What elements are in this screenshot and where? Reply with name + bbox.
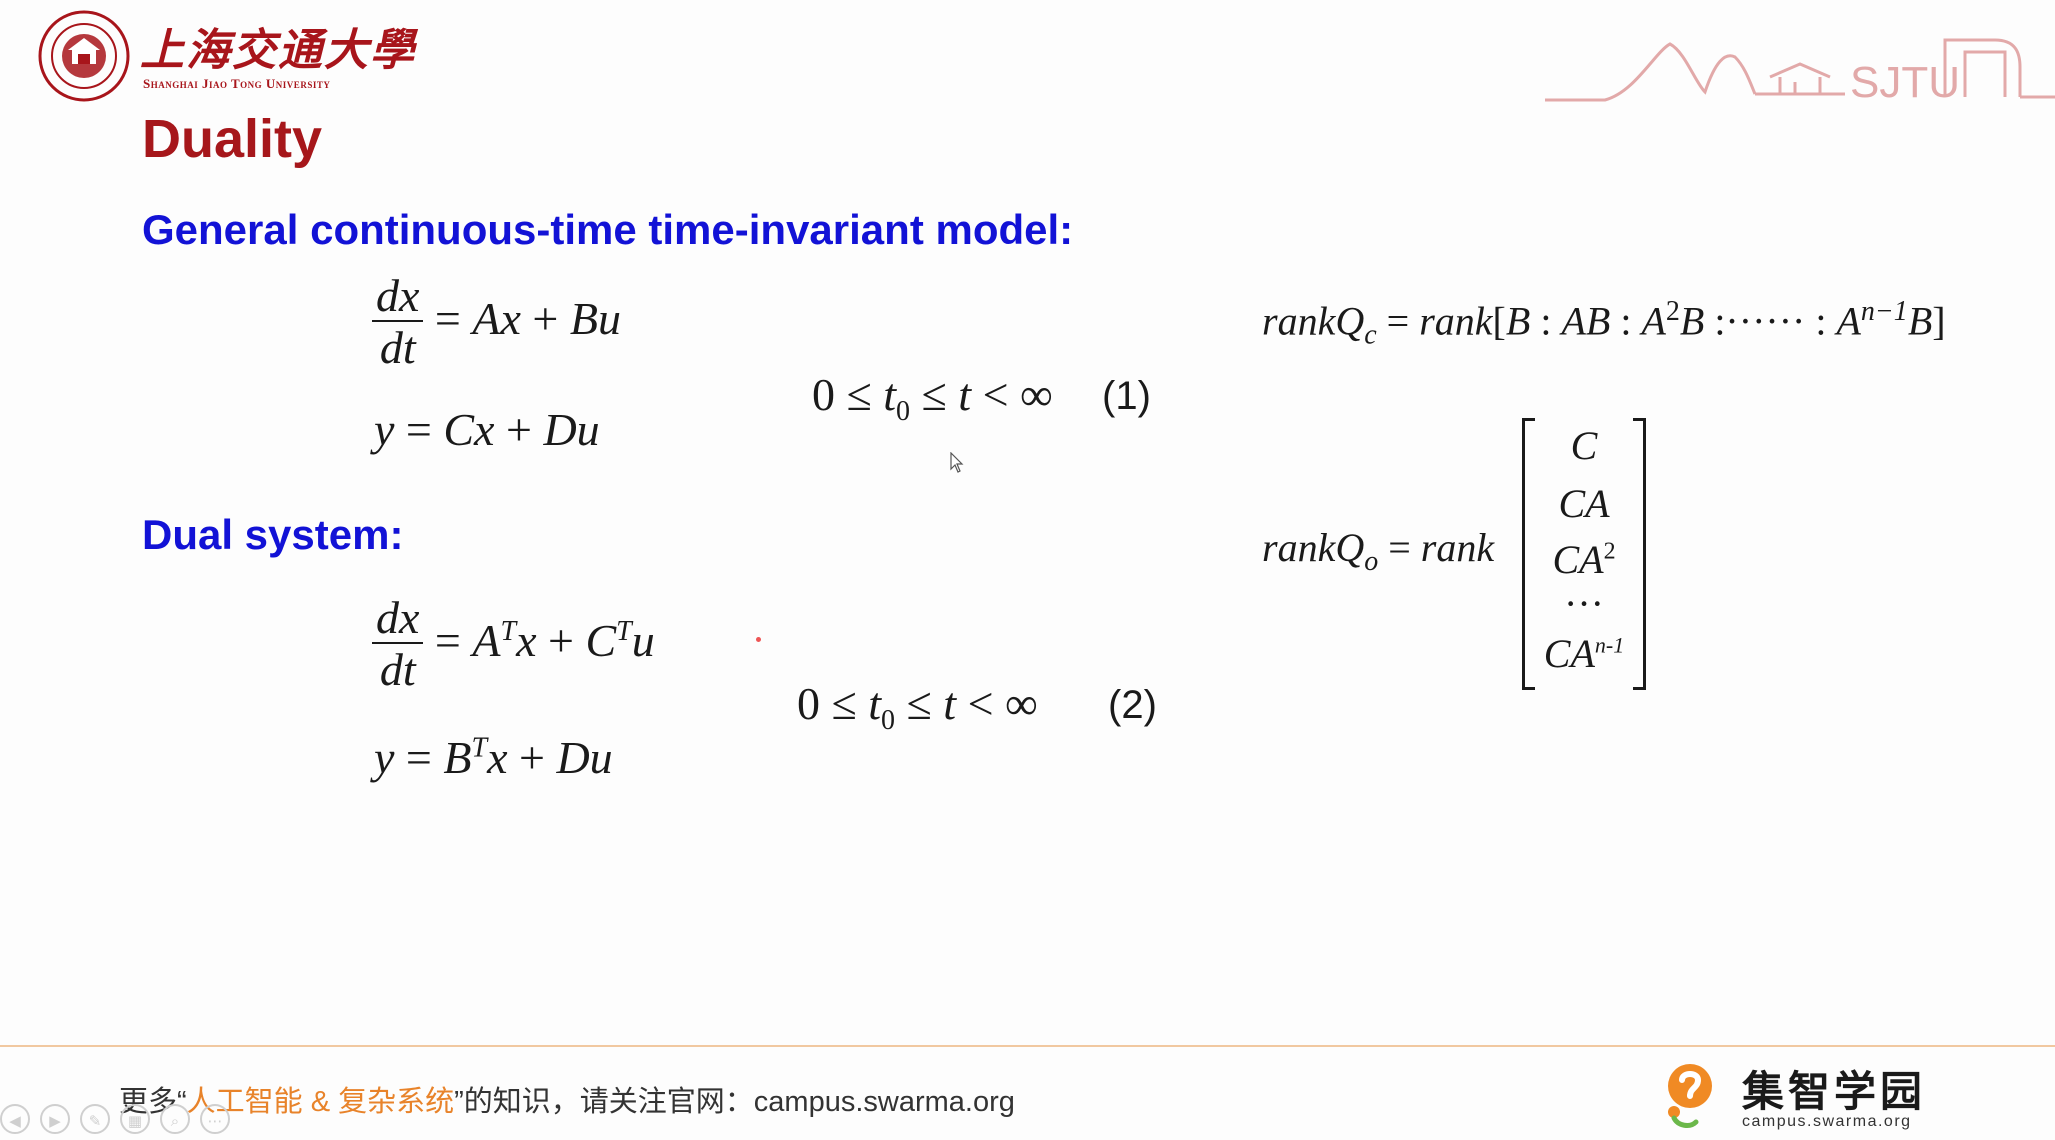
footer-divider xyxy=(0,1045,2055,1047)
sjtu-seal-icon xyxy=(38,10,130,102)
more-icon[interactable]: ⋯ xyxy=(200,1104,230,1134)
university-name-en: Shanghai Jiao Tong University xyxy=(143,76,331,91)
observability-rank-equation: rankQo = rank xyxy=(1262,525,1495,577)
heading-general-model: General continuous-time time-invariant m… xyxy=(142,206,1074,253)
heading-dual-system: Dual system: xyxy=(142,511,404,558)
swarma-brand-name: 集智学园 xyxy=(1742,1067,1927,1116)
observability-matrix: C CA CA2 ··· CAn-1 xyxy=(1522,418,1646,690)
prev-icon[interactable]: ◀ xyxy=(0,1104,30,1134)
slide-title: Duality xyxy=(142,109,323,169)
state-equation: dx dt = Ax + Bu xyxy=(372,271,621,375)
slideshow-toolbar: ◀ ▶ ✎ ▦ ⌕ ⋯ xyxy=(0,1104,230,1140)
campus-skyline-logo: SJTU xyxy=(1545,38,2055,104)
controllability-rank-equation: rankQc = rank[B : AB : A2B :······ : An−… xyxy=(1262,296,1946,351)
time-range-2: 0 ≤ t0 ≤ t < ∞ xyxy=(797,678,1038,737)
matrix-row-can1: CAn-1 xyxy=(1543,631,1625,676)
zoom-icon[interactable]: ⌕ xyxy=(160,1104,190,1134)
matrix-row-c: C xyxy=(1570,423,1598,468)
mouse-cursor-icon xyxy=(950,452,964,473)
time-range-1: 0 ≤ t0 ≤ t < ∞ xyxy=(812,369,1053,428)
output-equation: y = Cx + Du xyxy=(374,404,600,455)
swarma-logo-icon xyxy=(1668,1064,1712,1128)
university-name-cn: 上海交通大學 xyxy=(140,25,416,76)
laser-pointer-dot xyxy=(756,637,761,642)
swarma-brand-url[interactable]: campus.swarma.org xyxy=(1742,1113,1912,1131)
pen-icon[interactable]: ✎ xyxy=(80,1104,110,1134)
slides-icon[interactable]: ▦ xyxy=(120,1104,150,1134)
matrix-row-ca: CA xyxy=(1558,481,1610,526)
equation-number-2: (2) xyxy=(1108,683,1157,727)
footer-suffix: ”的知识，请关注官网：campus.swarma.org xyxy=(454,1086,1015,1118)
footer-promo-text: 更多“人工智能 & 复杂系统”的知识，请关注官网：campus.swarma.o… xyxy=(119,1078,1015,1120)
next-icon[interactable]: ▶ xyxy=(40,1104,70,1134)
dual-output-equation: y = BTx + Du xyxy=(374,732,613,783)
matrix-row-dots: ··· xyxy=(1564,581,1604,626)
dual-state-equation: dx dt = ATx + CTu xyxy=(372,593,655,697)
equation-number-1: (1) xyxy=(1102,374,1151,418)
matrix-row-ca2: CA2 xyxy=(1552,537,1616,582)
